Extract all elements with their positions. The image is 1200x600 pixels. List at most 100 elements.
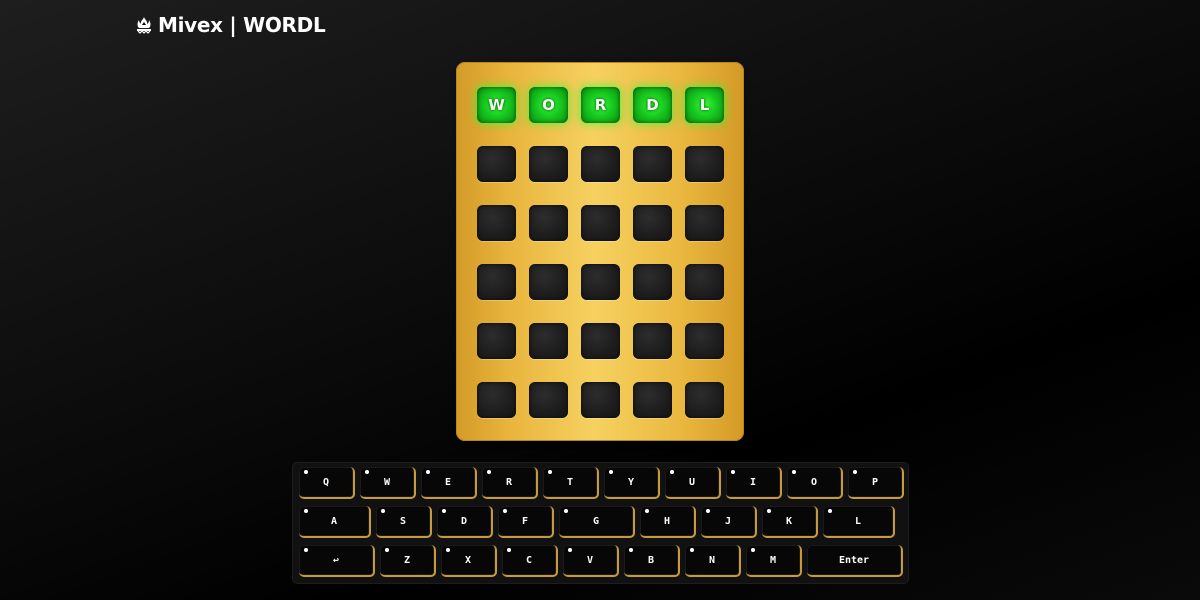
board-cell (477, 264, 516, 300)
key-label: Q (322, 476, 330, 488)
game-board: WORDL (456, 62, 744, 441)
key-indicator-dot (792, 470, 796, 474)
key-indicator-dot (629, 548, 633, 552)
board-cell (685, 146, 724, 182)
key-label: P (871, 476, 879, 488)
key-label: A (330, 515, 338, 527)
board-cell (633, 264, 672, 300)
key-p[interactable]: P (848, 467, 904, 499)
board-cell: D (633, 87, 672, 123)
key-z[interactable]: Z (380, 545, 436, 577)
key-label: X (464, 554, 472, 566)
key-j[interactable]: J (701, 506, 757, 538)
key-indicator-dot (731, 470, 735, 474)
key-indicator-dot (507, 548, 511, 552)
key-d[interactable]: D (437, 506, 493, 538)
board-cell (529, 323, 568, 359)
on-screen-keyboard: Q W E R T Y U I O P A S D F G H J K L ↩ Z X C V B N M Enter (293, 463, 908, 583)
key-f[interactable]: F (498, 506, 554, 538)
key-l[interactable]: L (823, 506, 895, 538)
board-cell: R (581, 87, 620, 123)
key-label: Enter (838, 554, 870, 566)
key-label: E (444, 476, 452, 488)
brand-title-text: Mivex | WORDL (158, 13, 326, 37)
key-s[interactable]: S (376, 506, 432, 538)
key-label: K (785, 515, 793, 527)
key-indicator-dot (706, 509, 710, 513)
brand-title: Mivex | WORDL (136, 13, 326, 37)
key-c[interactable]: C (502, 545, 558, 577)
board-cell (581, 264, 620, 300)
key-h[interactable]: H (640, 506, 696, 538)
key-indicator-dot (690, 548, 694, 552)
board-cell (529, 146, 568, 182)
key-label: J (724, 515, 732, 527)
key-indicator-dot (304, 470, 308, 474)
board-cell (477, 205, 516, 241)
board-cell: W (477, 87, 516, 123)
key-label: I (749, 476, 757, 488)
key-label: Z (403, 554, 411, 566)
key-indicator-dot (568, 548, 572, 552)
board-grid: WORDL (477, 87, 724, 418)
key-b[interactable]: B (624, 545, 680, 577)
board-cell (529, 205, 568, 241)
key-u[interactable]: U (665, 467, 721, 499)
key-v[interactable]: V (563, 545, 619, 577)
key-indicator-dot (503, 509, 507, 513)
key-indicator-dot (564, 509, 568, 513)
key-label: N (708, 554, 716, 566)
key-e[interactable]: E (421, 467, 477, 499)
key-label: ↩ (332, 554, 340, 566)
key-label: T (566, 476, 574, 488)
key-a[interactable]: A (299, 506, 371, 538)
key-label: C (525, 554, 533, 566)
board-cell (581, 382, 620, 418)
key-label: O (810, 476, 818, 488)
key-label: U (688, 476, 696, 488)
key-indicator-dot (442, 509, 446, 513)
key-label: M (769, 554, 777, 566)
key-label: L (854, 515, 862, 527)
key-label: W (383, 476, 391, 488)
key-y[interactable]: Y (604, 467, 660, 499)
key-indicator-dot (609, 470, 613, 474)
key-indicator-dot (304, 509, 308, 513)
key-label: G (592, 515, 600, 527)
key-indicator-dot (853, 470, 857, 474)
key-indicator-dot (645, 509, 649, 513)
key-i[interactable]: I (726, 467, 782, 499)
key-indicator-dot (304, 548, 308, 552)
key-m[interactable]: M (746, 545, 802, 577)
key-r[interactable]: R (482, 467, 538, 499)
key-indicator-dot (426, 470, 430, 474)
key-label: D (460, 515, 468, 527)
key-t[interactable]: T (543, 467, 599, 499)
enter-key[interactable]: Enter (807, 545, 903, 577)
board-cell (581, 205, 620, 241)
key-q[interactable]: Q (299, 467, 355, 499)
key-indicator-dot (767, 509, 771, 513)
board-cell (477, 323, 516, 359)
key-k[interactable]: K (762, 506, 818, 538)
board-cell (529, 264, 568, 300)
board-cell: L (685, 87, 724, 123)
board-cell (633, 205, 672, 241)
key-label: H (663, 515, 671, 527)
key-x[interactable]: X (441, 545, 497, 577)
backspace-key[interactable]: ↩ (299, 545, 375, 577)
key-indicator-dot (385, 548, 389, 552)
key-indicator-dot (548, 470, 552, 474)
key-n[interactable]: N (685, 545, 741, 577)
board-cell (581, 323, 620, 359)
key-indicator-dot (446, 548, 450, 552)
key-w[interactable]: W (360, 467, 416, 499)
key-g[interactable]: G (559, 506, 635, 538)
board-cell (581, 146, 620, 182)
board-cell (529, 382, 568, 418)
key-label: R (505, 476, 513, 488)
board-cell (633, 323, 672, 359)
board-cell (477, 146, 516, 182)
key-o[interactable]: O (787, 467, 843, 499)
board-cell (685, 382, 724, 418)
